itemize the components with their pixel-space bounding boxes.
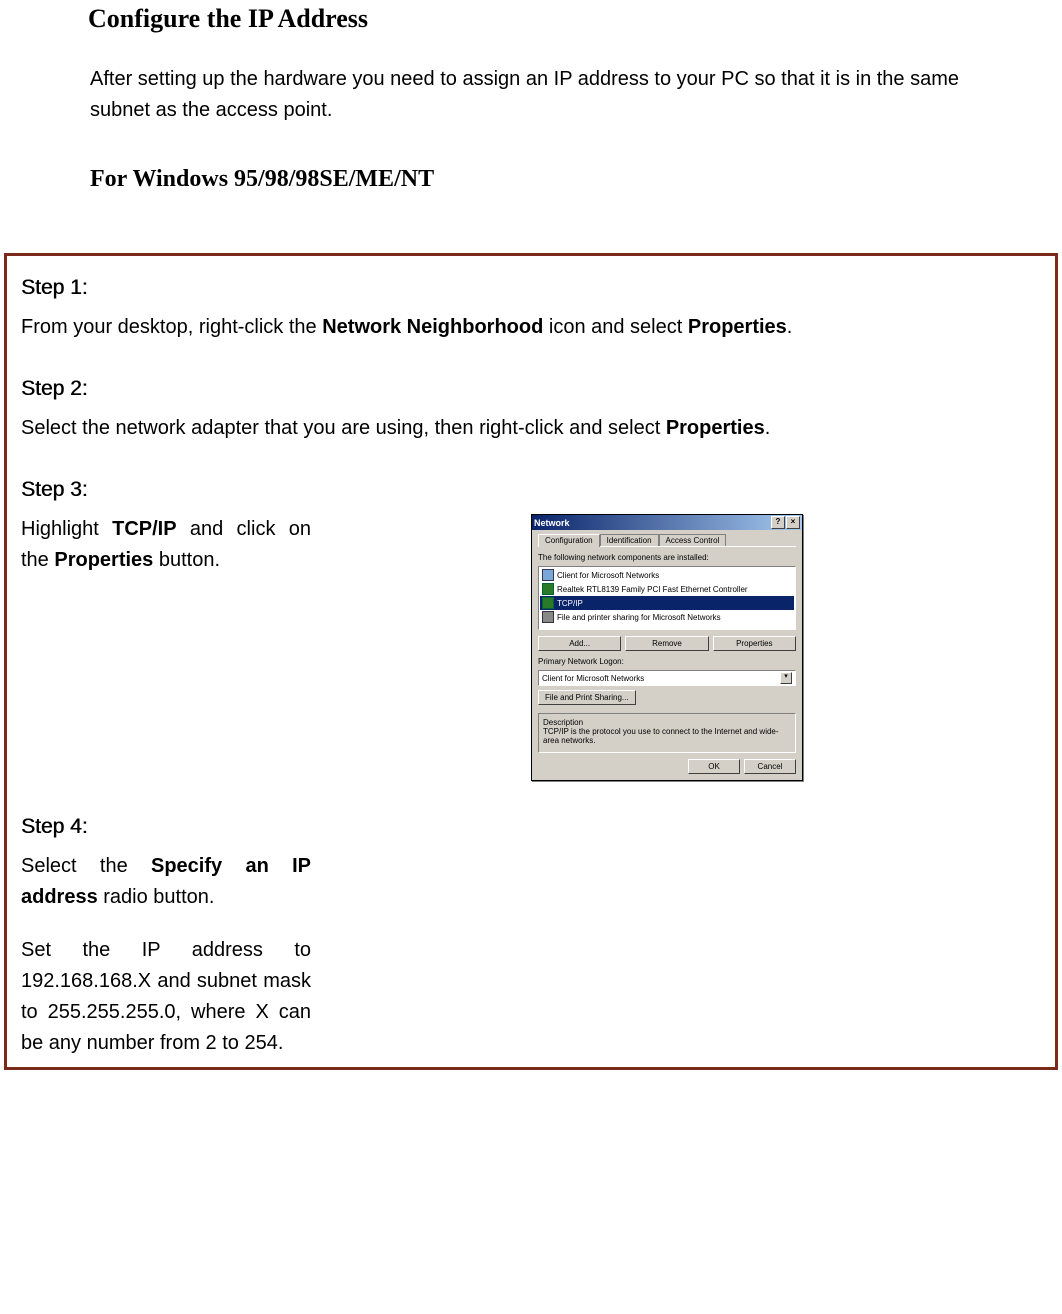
- help-button[interactable]: ?: [771, 516, 785, 529]
- adapter-icon: [542, 583, 554, 595]
- step1-bold-properties: Properties: [688, 316, 787, 338]
- remove-button[interactable]: Remove: [625, 636, 708, 651]
- dialog-titlebar[interactable]: Network ? ×: [532, 515, 802, 530]
- step1-text-post: .: [787, 316, 793, 338]
- step3-label: Step 3:: [21, 478, 1041, 502]
- description-label: Description: [543, 718, 791, 727]
- step2-bold-properties: Properties: [666, 417, 765, 439]
- network-dialog: Network ? × Configuration Identification…: [531, 514, 803, 781]
- list-item[interactable]: Realtek RTL8139 Family PCI Fast Ethernet…: [540, 582, 794, 596]
- component-label: TCP/IP: [557, 599, 583, 608]
- close-button[interactable]: ×: [786, 516, 800, 529]
- primary-logon-value: Client for Microsoft Networks: [542, 674, 644, 683]
- step2-text-post: .: [765, 417, 771, 439]
- step4-p1-pre: Select the: [21, 855, 151, 877]
- description-group: Description TCP/IP is the protocol you u…: [538, 713, 796, 753]
- step4-body: Select the Specify an IP address radio b…: [21, 851, 311, 1059]
- component-label: Realtek RTL8139 Family PCI Fast Ethernet…: [557, 585, 748, 594]
- step1-body: From your desktop, right-click the Netwo…: [21, 312, 1041, 343]
- dialog-tabs: Configuration Identification Access Cont…: [538, 534, 796, 547]
- client-icon: [542, 569, 554, 581]
- file-print-sharing-button[interactable]: File and Print Sharing...: [538, 690, 636, 705]
- step4-label: Step 4:: [21, 815, 1041, 839]
- step3-bold-tcpip: TCP/IP: [112, 518, 176, 540]
- step1-text-pre: From your desktop, right-click the: [21, 316, 322, 338]
- cancel-button[interactable]: Cancel: [744, 759, 796, 774]
- step3-text-pre: Highlight: [21, 518, 112, 540]
- installed-components-label: The following network components are ins…: [538, 553, 796, 562]
- step2-label: Step 2:: [21, 377, 1041, 401]
- step1-text-mid: icon and select: [543, 316, 688, 338]
- step3-text-post: button.: [153, 549, 220, 571]
- step3-body: Highlight TCP/IP and click on the Proper…: [21, 514, 311, 576]
- tab-access-control[interactable]: Access Control: [659, 534, 727, 546]
- step1-label: Step 1:: [21, 276, 1041, 300]
- list-item[interactable]: Client for Microsoft Networks: [540, 568, 794, 582]
- service-icon: [542, 611, 554, 623]
- steps-container: Step 1: From your desktop, right-click t…: [4, 253, 1058, 1070]
- intro-paragraph: After setting up the hardware you need t…: [90, 64, 1022, 126]
- list-item-selected[interactable]: TCP/IP: [540, 596, 794, 610]
- step2-text-pre: Select the network adapter that you are …: [21, 417, 666, 439]
- heading-configure-ip: Configure the IP Address: [88, 4, 1062, 34]
- primary-logon-label: Primary Network Logon:: [538, 657, 796, 666]
- tab-identification[interactable]: Identification: [600, 534, 659, 546]
- list-item[interactable]: File and printer sharing for Microsoft N…: [540, 610, 794, 624]
- dialog-title: Network: [534, 518, 570, 528]
- primary-logon-combo[interactable]: Client for Microsoft Networks ▾: [538, 670, 796, 686]
- ok-button[interactable]: OK: [688, 759, 740, 774]
- step3-bold-properties: Properties: [54, 549, 153, 571]
- step1-bold-network-neighborhood: Network Neighborhood: [322, 316, 543, 338]
- add-button[interactable]: Add...: [538, 636, 621, 651]
- component-label: File and printer sharing for Microsoft N…: [557, 613, 721, 622]
- components-listbox[interactable]: Client for Microsoft Networks Realtek RT…: [538, 566, 796, 630]
- properties-button[interactable]: Properties: [713, 636, 796, 651]
- component-label: Client for Microsoft Networks: [557, 571, 659, 580]
- tab-configuration[interactable]: Configuration: [538, 534, 600, 547]
- step4-p2: Set the IP address to 192.168.168.X and …: [21, 935, 311, 1059]
- description-text: TCP/IP is the protocol you use to connec…: [543, 727, 791, 745]
- step2-body: Select the network adapter that you are …: [21, 413, 1041, 444]
- heading-windows-versions: For Windows 95/98/98SE/ME/NT: [90, 166, 1062, 193]
- chevron-down-icon[interactable]: ▾: [780, 672, 792, 684]
- step4-p1-post: radio button.: [98, 886, 215, 908]
- protocol-icon: [542, 597, 554, 609]
